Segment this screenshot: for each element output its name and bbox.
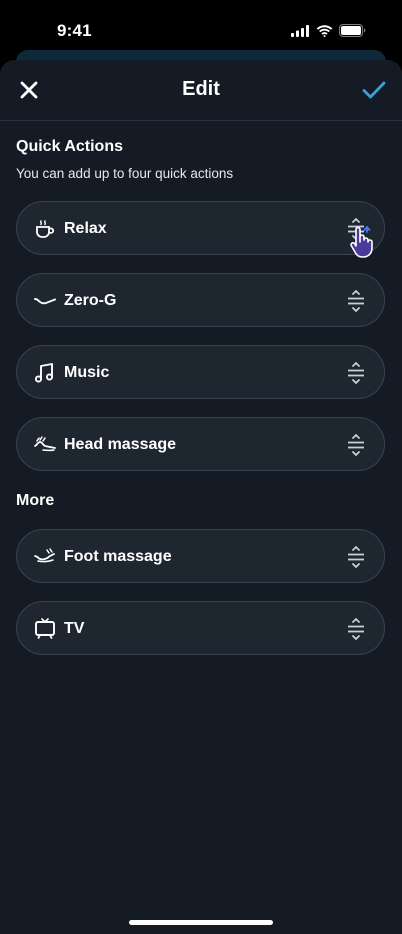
zero-gravity-icon: [33, 289, 57, 313]
tv-icon: [33, 617, 57, 641]
more-action-label: Foot massage: [64, 548, 172, 565]
wifi-icon: [316, 24, 333, 42]
drag-handle-icon[interactable]: [344, 545, 368, 569]
quick-action-relax[interactable]: Relax: [16, 201, 385, 255]
quick-actions-title: Quick Actions: [16, 138, 123, 155]
drag-handle-icon[interactable]: [344, 217, 368, 241]
cellular-signal-icon: [291, 24, 310, 42]
more-action-label: TV: [64, 620, 85, 637]
quick-action-label: Music: [64, 364, 110, 381]
more-action-tv[interactable]: TV: [16, 601, 385, 655]
more-action-foot-massage[interactable]: Foot massage: [16, 529, 385, 583]
status-icons: [291, 24, 366, 42]
quick-action-music[interactable]: Music: [16, 345, 385, 399]
edit-sheet: Edit Quick Actions You can add up to fou…: [0, 60, 402, 934]
status-time: 9:41: [57, 21, 92, 40]
checkmark-icon: [362, 81, 386, 99]
more-title: More: [16, 492, 55, 509]
coffee-cup-icon: [33, 217, 57, 241]
quick-action-label: Relax: [64, 220, 107, 237]
nav-bar: Edit: [0, 60, 402, 121]
drag-handle-icon[interactable]: [344, 361, 368, 385]
quick-action-label: Zero-G: [64, 292, 117, 309]
quick-action-zero-g[interactable]: Zero-G: [16, 273, 385, 327]
home-indicator[interactable]: [129, 920, 273, 925]
battery-icon: [339, 24, 366, 42]
screen: 9:41 Edit Quick Actions You can add up t…: [0, 0, 402, 934]
confirm-button[interactable]: [360, 77, 388, 103]
head-massage-icon: [33, 433, 57, 457]
quick-actions-subtitle: You can add up to four quick actions: [16, 166, 234, 181]
drag-handle-icon[interactable]: [344, 289, 368, 313]
page-title: Edit: [182, 78, 220, 100]
quick-action-label: Head massage: [64, 436, 177, 453]
drag-handle-icon[interactable]: [344, 617, 368, 641]
quick-action-head-massage[interactable]: Head massage: [16, 417, 385, 471]
foot-massage-icon: [33, 545, 57, 569]
drag-handle-icon[interactable]: [344, 433, 368, 457]
music-note-icon: [33, 361, 57, 385]
